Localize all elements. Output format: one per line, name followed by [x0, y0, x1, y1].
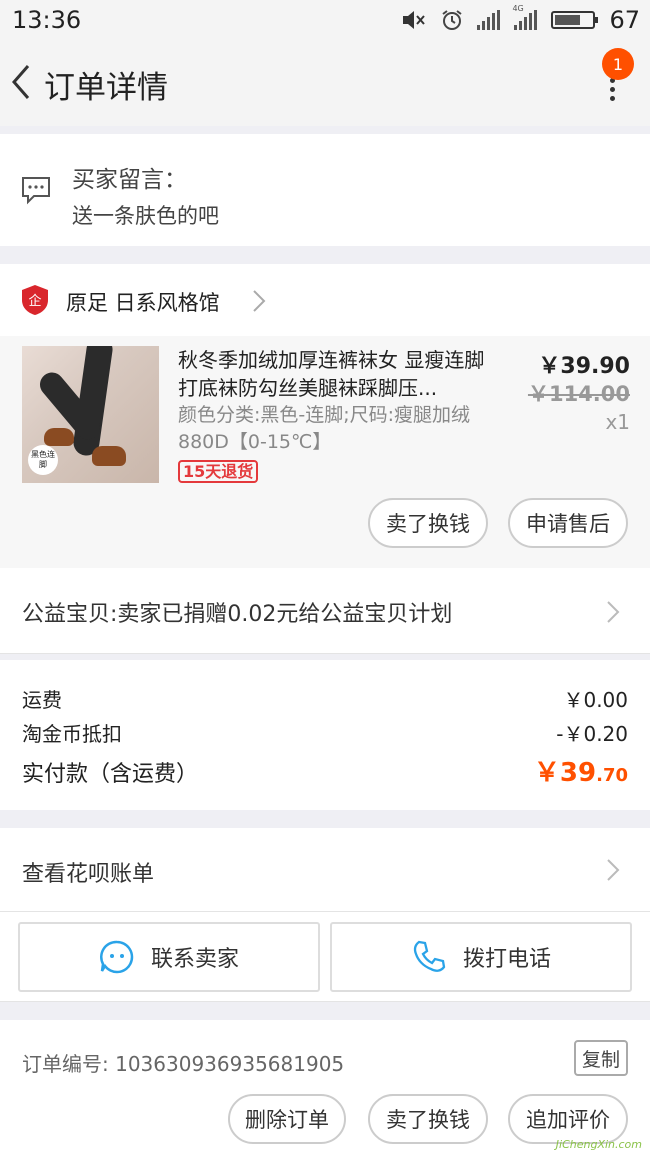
- product-image-tag: 黑色连脚: [28, 445, 58, 475]
- order-item-section: 企 原足 日系风格馆 黑色连脚 秋冬季加绒加厚连裤袜女 显瘦连脚打底袜防勾丝美腿…: [0, 264, 650, 568]
- back-icon[interactable]: [8, 62, 34, 102]
- nav-bar: 订单详情 1: [0, 40, 650, 126]
- buyer-message-label: 买家留言：: [72, 167, 187, 193]
- add-review-button[interactable]: 追加评价: [508, 1094, 628, 1144]
- order-number: 订单编号: 103630936935681905: [22, 1052, 345, 1076]
- huabei-bill-row[interactable]: 查看花呗账单: [0, 828, 650, 912]
- status-time: 13:36: [12, 6, 82, 34]
- product-original-price: ￥114.00: [527, 382, 630, 406]
- paid-total-row: 实付款（含运费） ￥39.70: [22, 756, 628, 788]
- shop-name: 原足 日系风格馆: [66, 291, 220, 315]
- contact-bar: 联系卖家 拨打电话: [0, 912, 650, 1002]
- phone-icon: [413, 940, 446, 972]
- signal-4g-icon: 4G: [512, 4, 538, 30]
- chevron-right-icon: [607, 859, 620, 881]
- return-policy-badge: 15天退货: [178, 460, 259, 483]
- buyer-message-value: 送一条肤色的吧: [72, 204, 219, 228]
- charity-row[interactable]: 公益宝贝:卖家已捐赠0.02元给公益宝贝计划: [0, 568, 650, 654]
- coin-discount-row: 淘金币抵扣 -￥0.20: [22, 718, 628, 747]
- copy-button[interactable]: 复制: [574, 1040, 628, 1076]
- product-quantity: x1: [605, 410, 630, 434]
- product-spec: 颜色分类:黑色-连脚;尺码:瘦腿加绒880D【0-15℃】: [178, 404, 471, 453]
- order-info-section: 订单编号: 103630936935681905 复制 删除订单 卖了换钱 追加…: [0, 1020, 650, 1155]
- shop-row[interactable]: 企 原足 日系风格馆: [0, 264, 650, 336]
- status-icons: 4G 67: [401, 4, 640, 34]
- call-button[interactable]: 拨打电话: [330, 922, 632, 992]
- page-title: 订单详情: [44, 70, 168, 106]
- coin-value: -￥0.20: [556, 722, 628, 746]
- chat-bubble-icon: [100, 940, 134, 974]
- chevron-right-icon: [607, 601, 620, 623]
- shipping-fee-row: 运费 ￥0.00: [22, 684, 628, 713]
- notification-badge: 1: [602, 48, 634, 80]
- chevron-right-icon: [253, 290, 266, 312]
- charity-text: 公益宝贝:卖家已捐赠0.02元给公益宝贝计划: [22, 602, 453, 627]
- paid-label: 实付款（含运费）: [22, 762, 199, 787]
- sell-button-bottom[interactable]: 卖了换钱: [368, 1094, 488, 1144]
- paid-value: ￥39.70: [533, 758, 628, 788]
- contact-seller-label: 联系卖家: [150, 947, 239, 972]
- mute-icon: [403, 11, 426, 29]
- shipping-value: ￥0.00: [563, 688, 628, 712]
- product-row[interactable]: 黑色连脚 秋冬季加绒加厚连裤袜女 显瘦连脚打底袜防勾丝美腿袜踩脚压... 颜色分…: [0, 336, 650, 568]
- after-sale-button[interactable]: 申请售后: [508, 498, 628, 548]
- alarm-icon: [442, 10, 463, 30]
- shop-logo-icon: 企: [22, 285, 48, 315]
- product-title: 秋冬季加绒加厚连裤袜女 显瘦连脚打底袜防勾丝美腿袜踩脚压...: [178, 348, 485, 400]
- sell-button[interactable]: 卖了换钱: [368, 498, 488, 548]
- product-image[interactable]: 黑色连脚: [22, 346, 159, 483]
- watermark: JiChengXin.com: [555, 1138, 642, 1151]
- svg-text:企: 企: [28, 293, 41, 309]
- product-price: ￥39.90: [538, 354, 630, 379]
- delete-order-button[interactable]: 删除订单: [228, 1094, 346, 1144]
- fee-summary: 运费 ￥0.00 淘金币抵扣 -￥0.20 实付款（含运费） ￥39.70: [0, 660, 650, 810]
- more-menu-icon[interactable]: [610, 78, 616, 102]
- coin-label: 淘金币抵扣: [22, 722, 122, 746]
- message-icon: [22, 177, 50, 205]
- status-bar: 13:36 4G 67: [0, 0, 650, 40]
- huabei-text: 查看花呗账单: [22, 862, 155, 887]
- battery-level: 67: [609, 6, 640, 34]
- battery-icon: [551, 11, 599, 29]
- buyer-message-section: 买家留言： 送一条肤色的吧: [0, 134, 650, 246]
- contact-seller-button[interactable]: 联系卖家: [18, 922, 320, 992]
- signal-icon: [477, 10, 501, 30]
- shipping-label: 运费: [22, 688, 62, 712]
- call-label: 拨打电话: [462, 947, 551, 972]
